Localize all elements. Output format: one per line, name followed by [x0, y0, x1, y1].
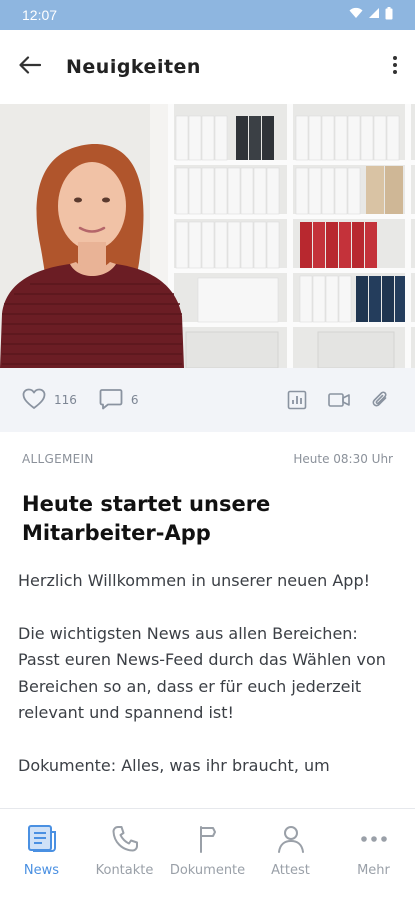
video-icon[interactable]: [327, 388, 351, 412]
post-category: ALLGEMEIN: [22, 452, 94, 466]
overflow-menu-button[interactable]: [375, 30, 415, 104]
page-title: Neuigkeiten: [66, 56, 201, 78]
chart-icon[interactable]: [285, 388, 309, 412]
post-paragraph: Dokumente: Alles, was ihr braucht, um: [18, 755, 330, 775]
post-meta: ALLGEMEIN Heute 08:30 Uhr: [22, 452, 393, 466]
post-body: Herzlich Willkommen in unserer neuen App…: [18, 568, 403, 805]
phone-icon: [110, 823, 140, 855]
post-attachments: [285, 388, 393, 412]
tab-label-news: News: [23, 863, 60, 878]
bottom-navigation: News Kontakte Dokumente Attest Mehr: [0, 808, 415, 900]
tab-news[interactable]: News: [0, 823, 83, 900]
post-title: Heute startet unsere Mitarbeiter-App: [22, 492, 271, 545]
like-count: 116: [54, 393, 77, 407]
status-time: 12:07: [22, 7, 58, 23]
battery-icon: [385, 6, 393, 24]
tab-label-kontakte: Kontakte: [95, 863, 154, 878]
tab-kontakte[interactable]: Kontakte: [83, 823, 166, 900]
tab-label-attest: Attest: [271, 863, 310, 878]
paperclip-icon[interactable]: [369, 388, 393, 412]
wifi-icon: [349, 7, 363, 23]
tab-dokumente[interactable]: Dokumente: [166, 823, 249, 900]
signal-icon: [368, 7, 380, 23]
post-timestamp: Heute 08:30 Uhr: [293, 452, 393, 466]
comment-icon: [99, 388, 123, 413]
back-button[interactable]: [0, 30, 60, 104]
person-icon: [276, 823, 306, 855]
post-action-bar: 116 6: [0, 368, 415, 432]
status-icons: [349, 6, 393, 24]
heart-icon: [22, 388, 46, 413]
status-bar: 12:07: [0, 0, 415, 30]
comment-count: 6: [130, 393, 139, 407]
app-bar: Neuigkeiten: [0, 30, 415, 104]
arrow-left-icon: [19, 56, 42, 78]
like-button[interactable]: 116: [22, 388, 77, 413]
flag-icon: [193, 823, 223, 855]
tab-mehr[interactable]: Mehr: [332, 823, 415, 900]
more-vertical-icon: [392, 55, 398, 79]
tab-label-dokumente: Dokumente: [169, 863, 246, 878]
post-paragraph: Herzlich Willkommen in unserer neuen App…: [18, 571, 371, 590]
newspaper-icon: [27, 823, 57, 855]
comment-button[interactable]: 6: [99, 388, 139, 413]
more-horizontal-icon: [359, 823, 389, 855]
post-image: [0, 104, 415, 368]
post-paragraph: Die wichtigsten News aus allen Bereichen…: [18, 623, 386, 723]
tab-attest[interactable]: Attest: [249, 823, 332, 900]
tab-label-mehr: Mehr: [357, 863, 390, 878]
